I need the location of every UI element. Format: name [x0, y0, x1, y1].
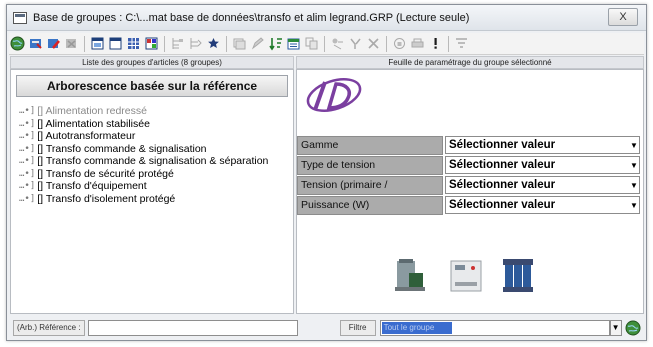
- tree-item[interactable]: …•][] Autotransformateur: [19, 130, 293, 143]
- filter-dropdown-button[interactable]: ▼: [609, 320, 622, 336]
- color-grid-icon[interactable]: [143, 35, 160, 52]
- group-list-panel: Arborescence basée sur la référence …•][…: [10, 69, 294, 314]
- param-label: Tension (primaire / secondaire): [297, 176, 443, 208]
- filter-select[interactable]: Tout le groupe: [379, 320, 610, 336]
- bottom-bar: (Arb.) Référence : Filtre Tout le groupe…: [9, 317, 644, 339]
- dropdown-arrow-icon: ▼: [630, 200, 638, 210]
- filter-label: Filtre: [339, 320, 376, 336]
- app-icon: [13, 11, 27, 24]
- product-images: [395, 259, 533, 292]
- pencil-icon[interactable]: [249, 35, 266, 52]
- toolbar-separator: [164, 35, 165, 52]
- toolbar: [9, 33, 644, 55]
- toolbar-separator: [226, 35, 227, 52]
- sort-icon[interactable]: [267, 35, 284, 52]
- title-bar: Base de groupes : C:\...mat base de donn…: [7, 5, 646, 31]
- tree-connector: …•]: [19, 143, 36, 154]
- dropdown-arrow-icon: ▼: [630, 180, 638, 190]
- param-row-puissance: Puissance (W) Sélectionner valeur ▼: [297, 196, 643, 215]
- tree-connector: …•]: [19, 181, 36, 191]
- globe-icon[interactable]: [9, 35, 26, 52]
- param-select-puissance[interactable]: Sélectionner valeur ▼: [445, 196, 640, 214]
- db-open-icon[interactable]: [27, 35, 44, 52]
- param-select-type-tension[interactable]: Sélectionner valeur ▼: [445, 156, 640, 174]
- filter-icon[interactable]: [453, 35, 470, 52]
- left-panel-header: Liste des groupes d'articles (8 groupes): [10, 56, 294, 69]
- tree-connector: …•]: [19, 118, 36, 129]
- parameter-sheet-panel: Gamme Sélectionner valeur ▼ Type de tensi…: [296, 69, 644, 314]
- tree-mode-button[interactable]: Arborescence basée sur la référence: [16, 75, 288, 97]
- reference-input[interactable]: [87, 320, 298, 336]
- dropdown-arrow-icon: ▼: [630, 160, 638, 170]
- param-label: Type de tension: [297, 156, 443, 175]
- brand-logo: [306, 78, 362, 112]
- tree-item[interactable]: …•][] Transfo d'équipement: [19, 180, 293, 193]
- globe-icon[interactable]: [625, 320, 641, 336]
- toolbar-separator: [386, 35, 387, 52]
- reference-label: (Arb.) Référence :: [13, 320, 85, 336]
- toolbar-separator: [84, 35, 85, 52]
- calendar-icon[interactable]: [285, 35, 302, 52]
- param-row-gamme: Gamme Sélectionner valeur ▼: [297, 136, 643, 155]
- power-supply-image: [450, 260, 482, 292]
- window-icon[interactable]: [107, 35, 124, 52]
- tree-item[interactable]: …•][] Alimentation stabilisée: [19, 118, 293, 131]
- tree-item[interactable]: …•][] Alimentation redressé: [19, 105, 293, 118]
- coil-transformer-image: [503, 259, 533, 292]
- filter-selected-value: Tout le groupe: [381, 322, 452, 334]
- tree-item[interactable]: …•][] Transfo d'isolement protégé: [19, 193, 293, 206]
- toolbar-separator: [448, 35, 449, 52]
- star-icon[interactable]: [205, 35, 222, 52]
- parameter-grid: Gamme Sélectionner valeur ▼ Type de tensi…: [297, 136, 643, 216]
- group-tree: …•][] Alimentation redressé …•][] Alimen…: [11, 105, 293, 205]
- param-row-type-tension: Type de tension Sélectionner valeur ▼: [297, 156, 643, 175]
- tree-connector: …•]: [19, 193, 36, 204]
- tree-expand-icon[interactable]: [169, 35, 186, 52]
- tree-collapse-icon[interactable]: [187, 35, 204, 52]
- param-row-tension: Tension (primaire / secondaire) Sélectio…: [297, 176, 643, 208]
- display-icon[interactable]: [89, 35, 106, 52]
- param-select-gamme[interactable]: Sélectionner valeur ▼: [445, 136, 640, 154]
- db-close-icon[interactable]: [63, 35, 80, 52]
- copy-icon[interactable]: [303, 35, 320, 52]
- tree-connector: …•]: [19, 168, 36, 179]
- toolbar-separator: [324, 35, 325, 52]
- tree-connector: …•]: [19, 106, 36, 116]
- right-panel-header: Feuille de paramétrage du groupe sélecti…: [296, 56, 644, 69]
- stack-icon[interactable]: [231, 35, 248, 52]
- tree-item[interactable]: …•][] Transfo commande & signalisation: [19, 143, 293, 156]
- delete-icon[interactable]: [365, 35, 382, 52]
- tree-item[interactable]: …•][] Transfo de sécurité protégé: [19, 168, 293, 181]
- param-label: Gamme: [297, 136, 443, 155]
- db-edit-icon[interactable]: [45, 35, 62, 52]
- param-select-tension[interactable]: Sélectionner valeur ▼: [445, 176, 640, 194]
- lock-icon[interactable]: [391, 35, 408, 52]
- transformer-image: [395, 259, 425, 291]
- param-label: Puissance (W): [297, 196, 443, 215]
- tree-connector: …•]: [19, 131, 36, 141]
- grid-icon[interactable]: [125, 35, 142, 52]
- dropdown-arrow-icon: ▼: [630, 140, 638, 150]
- tree-connector: …•]: [19, 156, 36, 166]
- main-window: Base de groupes : C:\...mat base de donn…: [6, 4, 647, 341]
- window-title: Base de groupes : C:\...mat base de donn…: [33, 11, 470, 24]
- close-button[interactable]: X: [608, 8, 638, 26]
- move-icon[interactable]: [329, 35, 346, 52]
- tree-item[interactable]: …•][] Transfo commande & signalisation &…: [19, 155, 293, 168]
- merge-icon[interactable]: [347, 35, 364, 52]
- info-icon[interactable]: [427, 35, 444, 52]
- print-icon[interactable]: [409, 35, 426, 52]
